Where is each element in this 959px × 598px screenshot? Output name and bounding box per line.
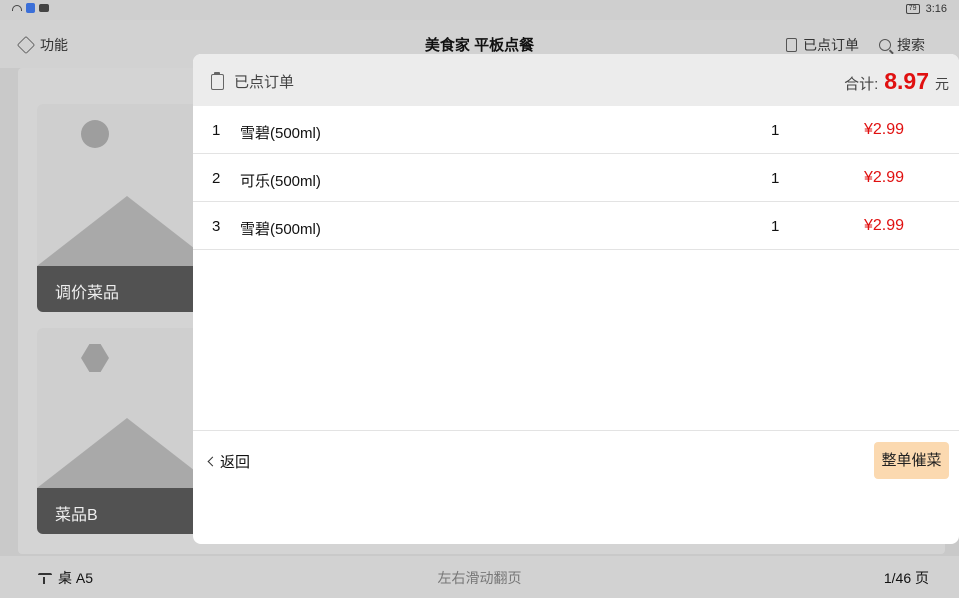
status-icons	[12, 3, 49, 13]
order-index: 3	[212, 218, 221, 235]
order-row: 2 可乐(500ml) 1 ¥2.99	[193, 154, 959, 202]
order-row: 1 雪碧(500ml) 1 ¥2.99	[193, 106, 959, 154]
wifi-icon	[12, 5, 22, 11]
total-label: 合计:	[844, 76, 879, 93]
dialog-title-group: 已点订单	[211, 71, 294, 92]
order-dialog-header: 已点订单 合计: 8.97 元	[193, 54, 959, 106]
order-total: 合计: 8.97 元	[844, 68, 949, 95]
ordered-orders-button[interactable]: 已点订单	[786, 35, 859, 55]
dialog-title: 已点订单	[234, 74, 295, 91]
order-item-name: 雪碧(500ml)	[240, 125, 321, 142]
swipe-hint: 左右滑动翻页	[437, 570, 522, 586]
clock: 3:16	[925, 3, 947, 15]
order-item-name: 雪碧(500ml)	[240, 221, 321, 238]
search-button[interactable]: 搜索	[879, 35, 925, 55]
dish-name: 菜品B	[37, 488, 207, 534]
order-price: ¥2.99	[864, 169, 905, 186]
order-index: 1	[212, 122, 221, 139]
status-right: 79 3:16	[905, 3, 947, 15]
bottom-bar: 桌 A5 左右滑动翻页 1/46 页	[0, 556, 959, 598]
dish-card[interactable]: 调价菜品	[37, 104, 207, 312]
order-item-name: 可乐(500ml)	[240, 173, 321, 190]
order-dialog-footer: 返回 整单催菜	[193, 430, 959, 544]
search-icon	[879, 39, 891, 51]
clipboard-icon	[211, 71, 224, 90]
chevron-left-icon	[207, 456, 218, 467]
ordered-orders-label: 已点订单	[803, 37, 859, 53]
total-value: 8.97	[884, 68, 929, 94]
dish-card[interactable]: 菜品B	[37, 328, 207, 534]
page-indicator: 1/46 页	[883, 570, 929, 586]
order-dialog: 已点订单 合计: 8.97 元 1 雪碧(500ml) 1 ¥2.99 2 可乐…	[193, 54, 959, 544]
order-price: ¥2.99	[864, 217, 905, 234]
back-label: 返回	[220, 454, 251, 471]
clipboard-icon	[786, 38, 797, 52]
battery-icon: 79	[905, 4, 920, 14]
order-row: 3 雪碧(500ml) 1 ¥2.99	[193, 202, 959, 250]
status-bar: 79 3:16	[0, 0, 959, 20]
image-placeholder-icon	[37, 418, 207, 488]
order-qty: 1	[771, 122, 780, 139]
vpn-icon	[26, 3, 35, 13]
order-qty: 1	[771, 170, 780, 187]
dish-name: 调价菜品	[37, 266, 207, 312]
order-index: 2	[212, 170, 221, 187]
image-placeholder-icon	[37, 196, 207, 266]
image-placeholder-sun	[81, 120, 109, 148]
order-qty: 1	[771, 218, 780, 235]
top-bar-actions: 已点订单 搜索	[786, 35, 925, 55]
urge-all-dishes-button[interactable]: 整单催菜	[874, 442, 949, 479]
total-unit: 元	[935, 76, 949, 92]
order-price: ¥2.99	[864, 121, 905, 138]
search-label: 搜索	[897, 37, 925, 53]
message-icon	[39, 4, 49, 12]
back-button[interactable]: 返回	[207, 451, 251, 472]
